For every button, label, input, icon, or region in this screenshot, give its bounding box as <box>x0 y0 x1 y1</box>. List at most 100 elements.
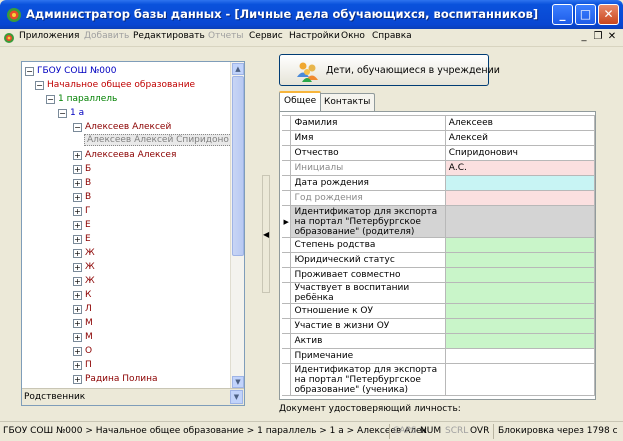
expand-icon[interactable]: + <box>73 361 82 370</box>
tree-node-student[interactable]: + В <box>73 192 91 202</box>
tree-node-root[interactable]: − ГБОУ СОШ №000 <box>25 66 116 76</box>
tree-node-level1[interactable]: − Начальное общее образование <box>35 80 195 90</box>
minimize-button[interactable]: _ <box>552 4 573 25</box>
property-row[interactable]: Инициалы А.С. <box>282 160 596 176</box>
tree-node-student[interactable]: + Г <box>73 206 91 216</box>
panel-splitter[interactable]: ◀ <box>262 175 270 293</box>
close-button[interactable]: ✕ <box>598 4 619 25</box>
property-value-field[interactable] <box>444 363 596 396</box>
menu-applications[interactable]: Приложения <box>19 31 79 41</box>
expand-icon[interactable]: + <box>73 333 82 342</box>
property-value-field[interactable]: Алексеев <box>444 115 596 131</box>
scroll-down-icon[interactable]: ▼ <box>232 376 244 388</box>
tree-node-student[interactable]: + К <box>73 290 91 300</box>
tree-node-student[interactable]: + Ж <box>73 276 95 286</box>
menu-help[interactable]: Справка <box>372 31 412 41</box>
expand-icon[interactable]: + <box>73 319 82 328</box>
property-row[interactable]: Идентификатор для экспорта на портал "Пе… <box>282 363 596 396</box>
scroll-thumb[interactable] <box>232 76 244 256</box>
property-value-field[interactable] <box>444 175 596 191</box>
tree-node-student[interactable]: + О <box>73 346 92 356</box>
collapse-icon[interactable]: − <box>25 67 34 76</box>
menu-settings[interactable]: Настройки <box>289 31 340 41</box>
property-value-field[interactable] <box>444 333 596 349</box>
tree-node-student[interactable]: + М <box>73 332 93 342</box>
collapse-icon[interactable]: − <box>35 81 44 90</box>
expand-icon[interactable]: + <box>73 235 82 244</box>
tree-node-student[interactable]: + П <box>73 360 92 370</box>
property-row[interactable]: Год рождения <box>282 190 596 206</box>
collapse-icon[interactable]: − <box>73 123 82 132</box>
property-value-field[interactable] <box>444 303 596 319</box>
expand-icon[interactable]: + <box>73 165 82 174</box>
property-row[interactable]: Проживает совместно <box>282 267 596 283</box>
property-row[interactable]: Юридический статус <box>282 252 596 268</box>
expand-icon[interactable]: + <box>73 193 82 202</box>
property-value-field[interactable]: А.С. <box>444 160 596 176</box>
expand-icon[interactable]: + <box>73 277 82 286</box>
tree-node-student[interactable]: + М <box>73 318 93 328</box>
property-value-field[interactable] <box>444 252 596 268</box>
property-value-field[interactable] <box>444 190 596 206</box>
tab-general[interactable]: Общее <box>279 91 322 111</box>
tree-node-student[interactable]: + Е <box>73 220 91 230</box>
expand-icon[interactable]: + <box>73 151 82 160</box>
collapse-icon[interactable]: − <box>46 95 55 104</box>
tree-node-student[interactable]: + Л <box>73 304 92 314</box>
property-value-field[interactable] <box>444 205 596 238</box>
expand-icon[interactable]: + <box>73 263 82 272</box>
maximize-button[interactable]: □ <box>575 4 596 25</box>
property-row[interactable]: Фамилия Алексеев <box>282 115 596 131</box>
chevron-down-icon[interactable]: ▼ <box>230 390 243 404</box>
collapse-left-icon[interactable]: ◀ <box>263 230 269 239</box>
menu-edit[interactable]: Редактировать <box>133 31 205 41</box>
property-row[interactable]: Участвует в воспитании ребёнка <box>282 282 596 304</box>
menu-window[interactable]: Окно <box>341 31 365 41</box>
expand-icon[interactable]: + <box>73 249 82 258</box>
tree-node-last[interactable]: + Радина Полина <box>73 374 158 384</box>
property-value-field[interactable] <box>444 318 596 334</box>
property-value-field[interactable] <box>444 267 596 283</box>
collapse-icon[interactable]: − <box>58 109 67 118</box>
property-row[interactable]: Степень родства <box>282 237 596 253</box>
property-row[interactable]: Имя Алексей <box>282 130 596 146</box>
tree-node-student[interactable]: + Е <box>73 234 91 244</box>
tree-node-student[interactable]: + Б <box>73 164 91 174</box>
property-row[interactable]: Примечание <box>282 348 596 364</box>
tree-node-student1[interactable]: − Алексеев Алексей <box>73 122 171 132</box>
expand-icon[interactable]: + <box>73 347 82 356</box>
tree-node-student2[interactable]: + Алексеева Алексея <box>73 150 176 160</box>
expand-icon[interactable]: + <box>73 179 82 188</box>
property-row[interactable]: Отчество Спиридонович <box>282 145 596 161</box>
expand-icon[interactable]: + <box>73 375 82 384</box>
menu-add[interactable]: Добавить <box>84 31 129 41</box>
scroll-up-icon[interactable]: ▲ <box>232 63 244 75</box>
expand-icon[interactable]: + <box>73 221 82 230</box>
property-row[interactable]: Отношение к ОУ <box>282 303 596 319</box>
expand-icon[interactable]: + <box>73 305 82 314</box>
tree-node-parallel[interactable]: −1 параллель <box>46 94 117 104</box>
property-value-field[interactable] <box>444 282 596 304</box>
property-value-field[interactable]: Спиридонович <box>444 145 596 161</box>
property-value-field[interactable] <box>444 237 596 253</box>
tree-node-class[interactable]: −1 а <box>58 108 84 118</box>
tree-scrollbar[interactable]: ▲ ▼ <box>230 62 244 390</box>
children-in-school-button[interactable]: Дети, обучающиеся в учреждении <box>279 54 500 86</box>
property-value-field[interactable] <box>444 348 596 364</box>
property-row[interactable]: Участие в жизни ОУ <box>282 318 596 334</box>
menu-reports[interactable]: Отчеты <box>208 31 244 41</box>
property-row[interactable]: Дата рождения <box>282 175 596 191</box>
expand-icon[interactable]: + <box>73 291 82 300</box>
mdi-minimize-button[interactable]: _ <box>577 31 591 42</box>
property-row[interactable]: ▶ Идентификатор для экспорта на портал "П… <box>282 205 596 238</box>
property-row[interactable]: Актив <box>282 333 596 349</box>
property-value-field[interactable]: Алексей <box>444 130 596 146</box>
tree-node-student[interactable]: + Ж <box>73 262 95 272</box>
tree-node-student[interactable]: + В <box>73 178 91 188</box>
tree-footer-select[interactable]: Родственник ▼ <box>22 388 244 405</box>
menu-service[interactable]: Сервис <box>249 31 283 41</box>
tree-node-student[interactable]: + Ж <box>73 248 95 258</box>
tree-node-student1-relative[interactable]: Алексеев Алексей Спиридоно <box>84 134 232 146</box>
tab-contacts[interactable]: Контакты <box>319 93 376 111</box>
mdi-restore-button[interactable]: ❐ <box>591 31 605 42</box>
